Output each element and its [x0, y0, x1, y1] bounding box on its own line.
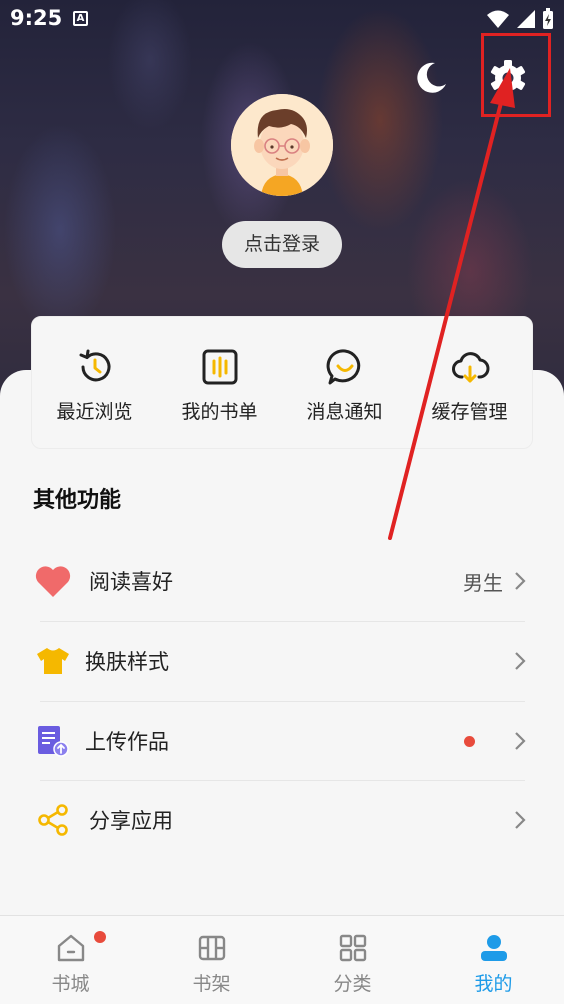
- menu-row-label: 上传作品: [85, 730, 169, 754]
- tab-label: 我的: [474, 973, 513, 995]
- new-badge-dot: [464, 735, 475, 747]
- quick-action-label: 我的书单: [181, 401, 258, 423]
- cloud-download-icon: [451, 352, 489, 383]
- quick-action-label: 最近浏览: [56, 401, 133, 423]
- person-icon: [480, 935, 507, 961]
- quick-actions-card: 最近浏览 我的书单 消息通知 缓存管理: [31, 316, 533, 449]
- menu-row-label: 分享应用: [89, 809, 173, 833]
- quick-action-my-booklist[interactable]: 我的书单: [157, 317, 282, 448]
- tab-label: 分类: [333, 973, 372, 995]
- message-bubble-icon: [326, 349, 360, 385]
- tshirt-icon: [37, 648, 69, 674]
- status-time: 9:25: [10, 6, 63, 30]
- tab-label: 书架: [192, 973, 231, 995]
- quick-action-label: 消息通知: [306, 401, 383, 423]
- home-icon: [57, 934, 84, 962]
- booklist-icon: [202, 349, 237, 385]
- avatar-cartoon-icon: [231, 94, 333, 196]
- tab-label: 书城: [51, 973, 90, 995]
- tab-bookstore[interactable]: 书城: [0, 916, 141, 1004]
- tab-category[interactable]: 分类: [282, 916, 423, 1004]
- night-mode-moon-icon[interactable]: [413, 60, 449, 96]
- tab-mine[interactable]: 我的: [423, 916, 564, 1004]
- login-button[interactable]: 点击登录: [222, 221, 342, 268]
- category-grid-icon: [339, 934, 366, 962]
- menu-row-label: 阅读喜好: [89, 570, 173, 594]
- heart-icon: [35, 566, 71, 597]
- annotation-highlight-box: [481, 33, 551, 117]
- quick-action-recent-history[interactable]: 最近浏览: [32, 317, 157, 448]
- chevron-right-icon: [515, 572, 526, 590]
- signal-icon: [517, 10, 535, 28]
- menu-row-label: 换肤样式: [85, 650, 169, 674]
- notification-a-icon: A: [73, 11, 88, 26]
- wifi-icon: [487, 10, 509, 28]
- bottom-tab-bar: 书城 书架 分类 我的: [0, 915, 564, 1004]
- share-icon: [38, 804, 68, 836]
- quick-action-messages[interactable]: 消息通知: [282, 317, 407, 448]
- upload-document-icon: [38, 726, 69, 757]
- bookshelf-icon: [198, 935, 225, 961]
- menu-row-share-app[interactable]: 分享应用: [33, 780, 531, 860]
- battery-icon: [543, 8, 553, 29]
- tab-bookshelf[interactable]: 书架: [141, 916, 282, 1004]
- chevron-right-icon: [515, 811, 526, 829]
- menu-row-skin-style[interactable]: 换肤样式: [33, 621, 531, 701]
- menu-row-upload-works[interactable]: 上传作品: [33, 701, 531, 781]
- tab-badge-dot: [94, 931, 106, 943]
- quick-action-cache-management[interactable]: 缓存管理: [407, 317, 532, 448]
- section-title-other-features: 其他功能: [33, 488, 122, 513]
- avatar[interactable]: [231, 94, 333, 196]
- chevron-right-icon: [515, 652, 526, 670]
- status-bar: 9:25 A: [0, 0, 564, 38]
- reading-preference-value: 男生: [463, 570, 503, 595]
- chevron-right-icon: [515, 732, 526, 750]
- history-clock-icon: [79, 349, 110, 382]
- menu-row-reading-preference[interactable]: 阅读喜好 男生: [33, 541, 531, 621]
- quick-action-label: 缓存管理: [431, 401, 508, 423]
